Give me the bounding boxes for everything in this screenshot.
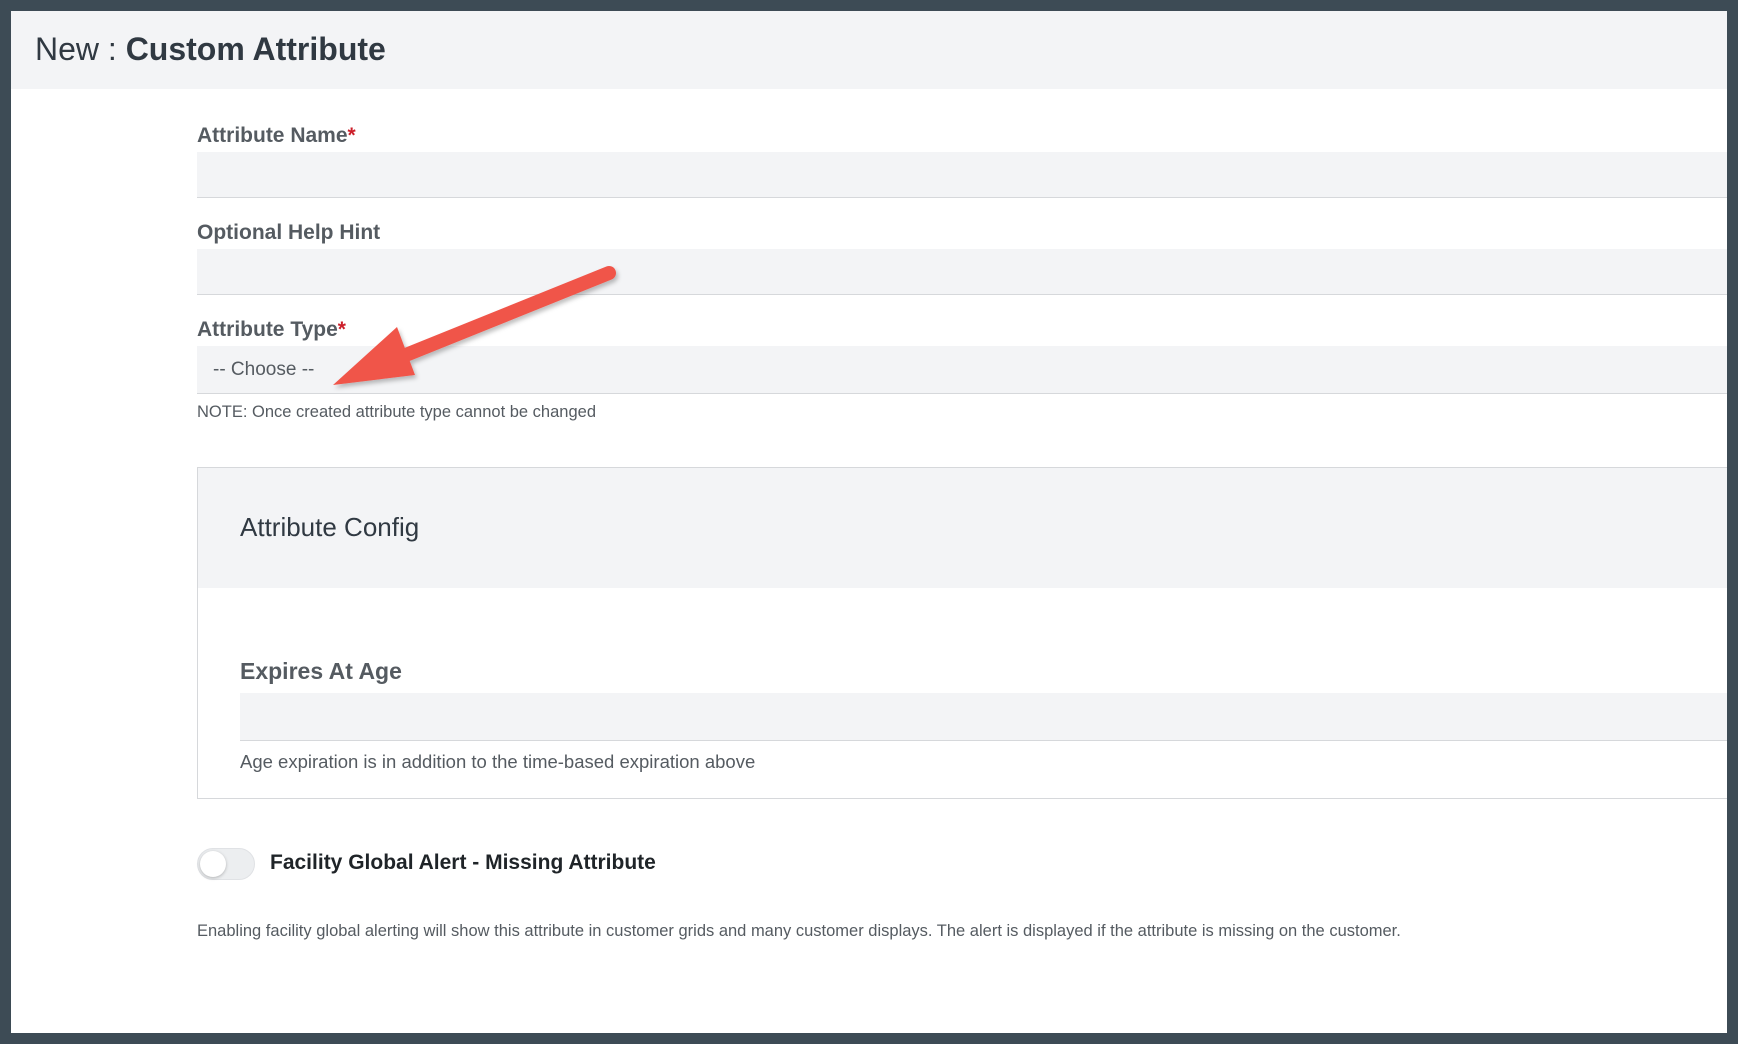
required-mark: *: [347, 124, 356, 147]
attribute-name-label-text: Attribute Name: [197, 124, 348, 147]
attribute-type-label-text: Attribute Type: [197, 318, 338, 341]
help-hint-input[interactable]: [197, 249, 1727, 295]
page-title: New : Custom Attribute: [35, 31, 386, 68]
page-title-strong: Custom Attribute: [125, 31, 386, 67]
expires-at-age-label: Expires At Age: [240, 658, 402, 684]
attribute-config-header: Attribute Config: [198, 468, 1727, 588]
attribute-type-label: Attribute Type*: [197, 318, 346, 342]
attribute-type-selected-value: -- Choose --: [213, 358, 315, 380]
attribute-type-select[interactable]: -- Choose --: [197, 346, 1727, 394]
required-mark: *: [337, 318, 346, 341]
attribute-name-input[interactable]: [197, 152, 1727, 198]
help-hint-label: Optional Help Hint: [197, 221, 381, 244]
expires-at-age-input[interactable]: [240, 693, 1727, 741]
global-alert-description: Enabling facility global alerting will s…: [197, 922, 1401, 940]
attribute-config-title: Attribute Config: [240, 512, 420, 542]
global-alert-toggle[interactable]: [197, 848, 255, 880]
attribute-type-note: NOTE: Once created attribute type cannot…: [197, 403, 596, 421]
page-header: New : Custom Attribute: [11, 11, 1727, 89]
page-title-prefix: New :: [35, 31, 126, 67]
attribute-name-label: Attribute Name*: [197, 124, 356, 148]
attribute-config-panel: Attribute Config Expires At Age Age expi…: [197, 467, 1727, 799]
global-alert-label: Facility Global Alert - Missing Attribut…: [270, 851, 656, 874]
page-frame: New : Custom Attribute Attribute Name* O…: [11, 11, 1727, 1033]
expires-at-age-help: Age expiration is in addition to the tim…: [240, 751, 756, 772]
toggle-knob: [200, 851, 226, 877]
